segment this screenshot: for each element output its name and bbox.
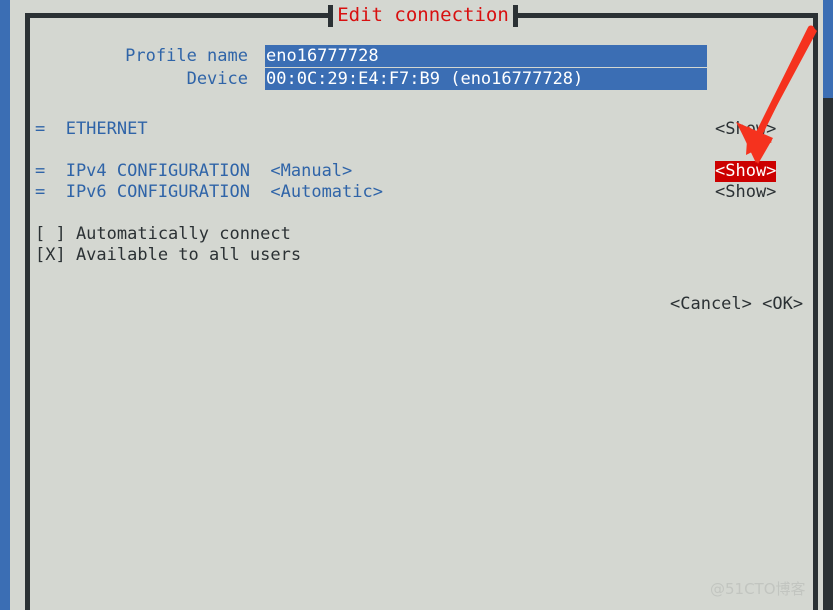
show-button-ipv4[interactable]: <Show> [715,161,777,182]
checkbox-available-to-all-users[interactable]: [X] Available to all users [35,245,301,266]
device-input[interactable]: 00:0C:29:E4:F7:B9 (eno16777728) [265,68,707,90]
device-label: Device [186,69,248,89]
profile-name-input[interactable]: eno16777728 [265,45,707,67]
scrollbar-track[interactable] [823,98,833,610]
checkbox-automatically-connect[interactable]: [ ] Automatically connect [35,224,291,245]
dialog-action-buttons: <Cancel> <OK> [670,294,803,315]
window-edge-left [0,0,10,610]
ok-button[interactable]: <OK> [762,294,803,314]
section-ipv6[interactable]: = IPv6 CONFIGURATION <Automatic> [35,182,383,203]
terminal-screen: Edit connection Profile name eno16777728… [0,0,833,610]
button-separator [752,294,762,314]
scrollbar-thumb[interactable] [823,0,833,98]
dialog-content: Profile name eno16777728 Device 00:0C:29… [30,18,813,610]
show-button-ipv6[interactable]: <Show> [715,182,776,203]
show-button-ethernet[interactable]: <Show> [715,119,776,140]
cancel-button[interactable]: <Cancel> [670,294,752,314]
dialog-frame-right [813,13,818,610]
section-ethernet[interactable]: = ETHERNET [35,119,148,140]
watermark: @51CTO博客 [710,580,806,598]
edit-connection-dialog: Edit connection Profile name eno16777728… [10,0,823,610]
section-ipv4[interactable]: = IPv4 CONFIGURATION <Manual> [35,161,352,182]
profile-name-label: Profile name [125,46,248,66]
